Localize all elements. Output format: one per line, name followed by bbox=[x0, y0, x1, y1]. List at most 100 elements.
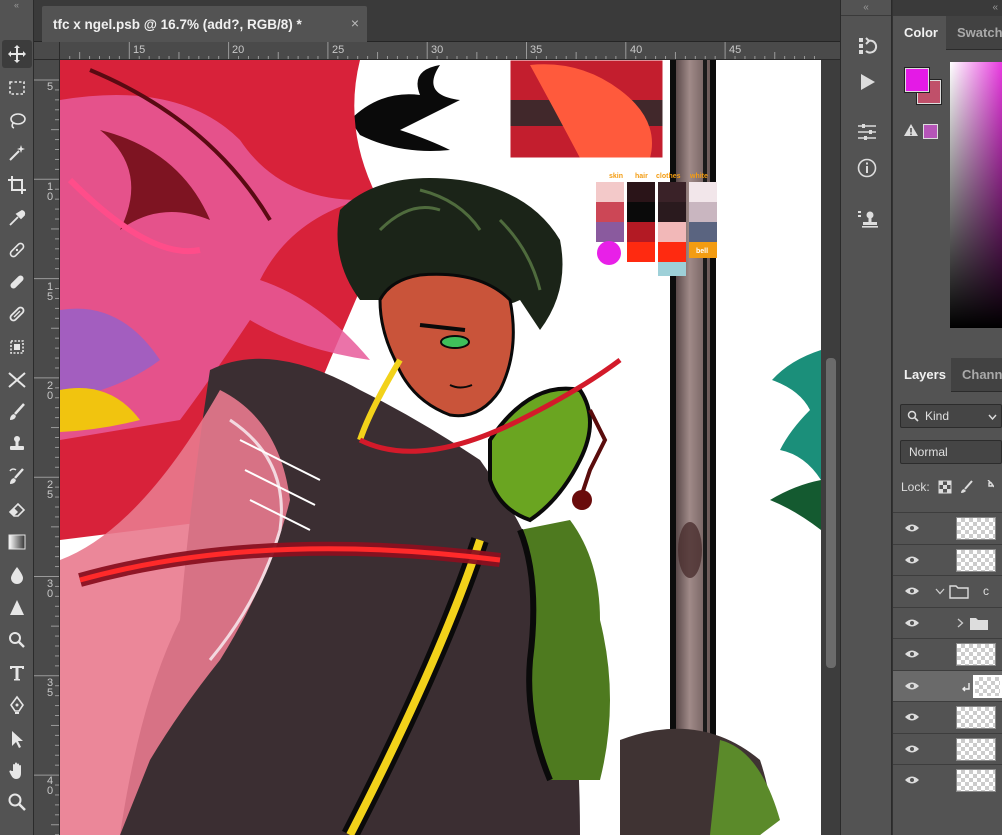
layer-thumbnail bbox=[956, 706, 996, 729]
layer-row[interactable] bbox=[893, 732, 1002, 765]
palette-swatch bbox=[596, 182, 624, 202]
blur-tool-icon[interactable] bbox=[2, 561, 32, 589]
strip-collapse-grip[interactable]: « bbox=[841, 0, 891, 16]
gamut-color-swatch[interactable] bbox=[923, 124, 938, 139]
actions-play-icon[interactable] bbox=[853, 68, 881, 96]
sharpen-tool-icon[interactable] bbox=[2, 594, 32, 622]
chevron-right-icon[interactable] bbox=[957, 618, 964, 628]
ruler-label: 15 bbox=[133, 44, 146, 56]
ruler-label: 40 bbox=[630, 44, 643, 56]
hand-tool-icon[interactable] bbox=[2, 757, 32, 785]
document-tab[interactable]: tfc x ngel.psb @ 16.7% (add?, RGB/8) * × bbox=[42, 6, 367, 42]
history-brush-tool-icon[interactable] bbox=[2, 463, 32, 491]
palette-swatch bbox=[597, 241, 621, 265]
visibility-eye-icon[interactable] bbox=[904, 522, 920, 534]
lock-label: Lock: bbox=[901, 480, 930, 494]
lasso-tool-icon[interactable] bbox=[2, 107, 32, 135]
layer-row[interactable] bbox=[893, 701, 1002, 733]
right-panels: « Color Swatches Layers Channels Kind No… bbox=[893, 0, 1002, 835]
visibility-eye-icon[interactable] bbox=[904, 617, 920, 629]
spot-healing-tool-icon[interactable] bbox=[2, 236, 32, 264]
canvas-vertical-scrollbar[interactable] bbox=[821, 60, 840, 835]
layers-panel-tabs: Layers Channels bbox=[893, 358, 1002, 392]
marquee-tool-icon[interactable] bbox=[2, 74, 32, 102]
stamp-icon[interactable] bbox=[853, 205, 881, 233]
tab-color[interactable]: Color bbox=[893, 16, 946, 50]
color-picker-field[interactable] bbox=[950, 62, 1002, 328]
palette-label-skin: skin bbox=[609, 173, 623, 180]
ruler-origin[interactable] bbox=[34, 42, 60, 60]
visibility-eye-icon[interactable] bbox=[904, 711, 920, 723]
ruler-label: 20 bbox=[232, 44, 245, 56]
palette-swatch bbox=[596, 222, 624, 242]
layer-filter-select[interactable]: Kind bbox=[900, 404, 1002, 428]
lock-position-icon[interactable] bbox=[982, 480, 994, 494]
ruler-label: 3 5 bbox=[47, 677, 54, 699]
visibility-eye-icon[interactable] bbox=[904, 774, 920, 786]
magic-wand-tool-icon[interactable] bbox=[2, 139, 32, 167]
move-tool-icon[interactable] bbox=[2, 40, 32, 68]
layer-row[interactable] bbox=[893, 543, 1002, 576]
panel-collapse-grip[interactable]: « bbox=[893, 0, 1002, 16]
visibility-eye-icon[interactable] bbox=[904, 680, 920, 692]
tab-channels[interactable]: Channels bbox=[951, 358, 1002, 392]
scrollbar-thumb[interactable] bbox=[826, 358, 836, 668]
chevron-down-icon[interactable] bbox=[935, 588, 945, 595]
lock-image-pixels-icon[interactable] bbox=[960, 480, 974, 494]
eraser-tool-icon[interactable] bbox=[2, 495, 32, 523]
layer-group-row[interactable] bbox=[893, 606, 1002, 639]
path-selection-tool-icon[interactable] bbox=[2, 725, 32, 753]
layer-thumbnail bbox=[956, 643, 996, 666]
layer-group-row[interactable]: c bbox=[893, 575, 1002, 607]
palette-swatch bbox=[658, 262, 686, 276]
palette-swatch bbox=[596, 202, 624, 222]
chevron-down-icon bbox=[988, 414, 997, 420]
visibility-eye-icon[interactable] bbox=[904, 743, 920, 755]
foreground-color-swatch[interactable] bbox=[905, 68, 929, 92]
healing-tool-icon[interactable] bbox=[2, 268, 32, 296]
patch-tool-icon[interactable] bbox=[2, 300, 32, 328]
info-icon[interactable] bbox=[853, 154, 881, 182]
pen-tool-icon[interactable] bbox=[2, 691, 32, 719]
palette-swatch bbox=[689, 182, 717, 202]
layer-row[interactable] bbox=[893, 764, 1002, 796]
red-eye-tool-icon[interactable] bbox=[2, 366, 32, 394]
ruler-label: 25 bbox=[332, 44, 345, 56]
tab-swatches[interactable]: Swatches bbox=[946, 16, 1002, 50]
layer-row[interactable] bbox=[893, 638, 1002, 670]
layer-thumbnail bbox=[956, 769, 996, 792]
lock-transparent-pixels-icon[interactable] bbox=[938, 480, 952, 494]
horizontal-ruler[interactable]: 15 20 25 30 35 40 45 bbox=[60, 42, 840, 60]
toolbar-collapse-grip[interactable]: « bbox=[0, 0, 33, 10]
gradient-tool-icon[interactable] bbox=[2, 528, 32, 556]
canvas-area[interactable]: skin hair clothes white bell bbox=[60, 60, 821, 835]
zoom-tool-icon[interactable] bbox=[2, 788, 32, 816]
eyedropper-tool-icon[interactable] bbox=[2, 204, 32, 232]
document-tab-bar: tfc x ngel.psb @ 16.7% (add?, RGB/8) * × bbox=[34, 0, 840, 42]
adjustments-icon[interactable] bbox=[853, 118, 881, 146]
layer-row[interactable] bbox=[893, 512, 1002, 544]
vertical-ruler[interactable]: 5 1 0 1 5 2 0 2 5 3 0 3 5 4 0 bbox=[34, 60, 60, 835]
visibility-eye-icon[interactable] bbox=[904, 554, 920, 566]
dodge-tool-icon[interactable] bbox=[2, 626, 32, 654]
artwork-canvas[interactable]: skin hair clothes white bell bbox=[60, 60, 821, 835]
layer-row-selected[interactable] bbox=[893, 669, 1002, 701]
visibility-eye-icon[interactable] bbox=[904, 585, 920, 597]
palette-swatch bbox=[658, 242, 686, 262]
tab-layers[interactable]: Layers bbox=[893, 358, 951, 392]
layer-thumbnail bbox=[956, 548, 996, 572]
visibility-eye-icon[interactable] bbox=[904, 648, 920, 660]
close-tab-icon[interactable]: × bbox=[351, 15, 359, 31]
brush-tool-icon[interactable] bbox=[2, 398, 32, 426]
history-icon[interactable] bbox=[853, 32, 881, 60]
ruler-label: 30 bbox=[431, 44, 444, 56]
crop-tool-icon[interactable] bbox=[2, 171, 32, 199]
out-of-gamut-warning-icon[interactable] bbox=[903, 123, 919, 137]
folder-icon bbox=[970, 617, 988, 630]
palette-swatch bbox=[689, 222, 717, 242]
blend-mode-select[interactable]: Normal bbox=[900, 440, 1002, 464]
palette-swatch bbox=[658, 222, 686, 242]
clone-stamp-tool-icon[interactable] bbox=[2, 430, 32, 458]
content-aware-move-tool-icon[interactable] bbox=[2, 333, 32, 361]
type-tool-icon[interactable] bbox=[2, 659, 32, 687]
